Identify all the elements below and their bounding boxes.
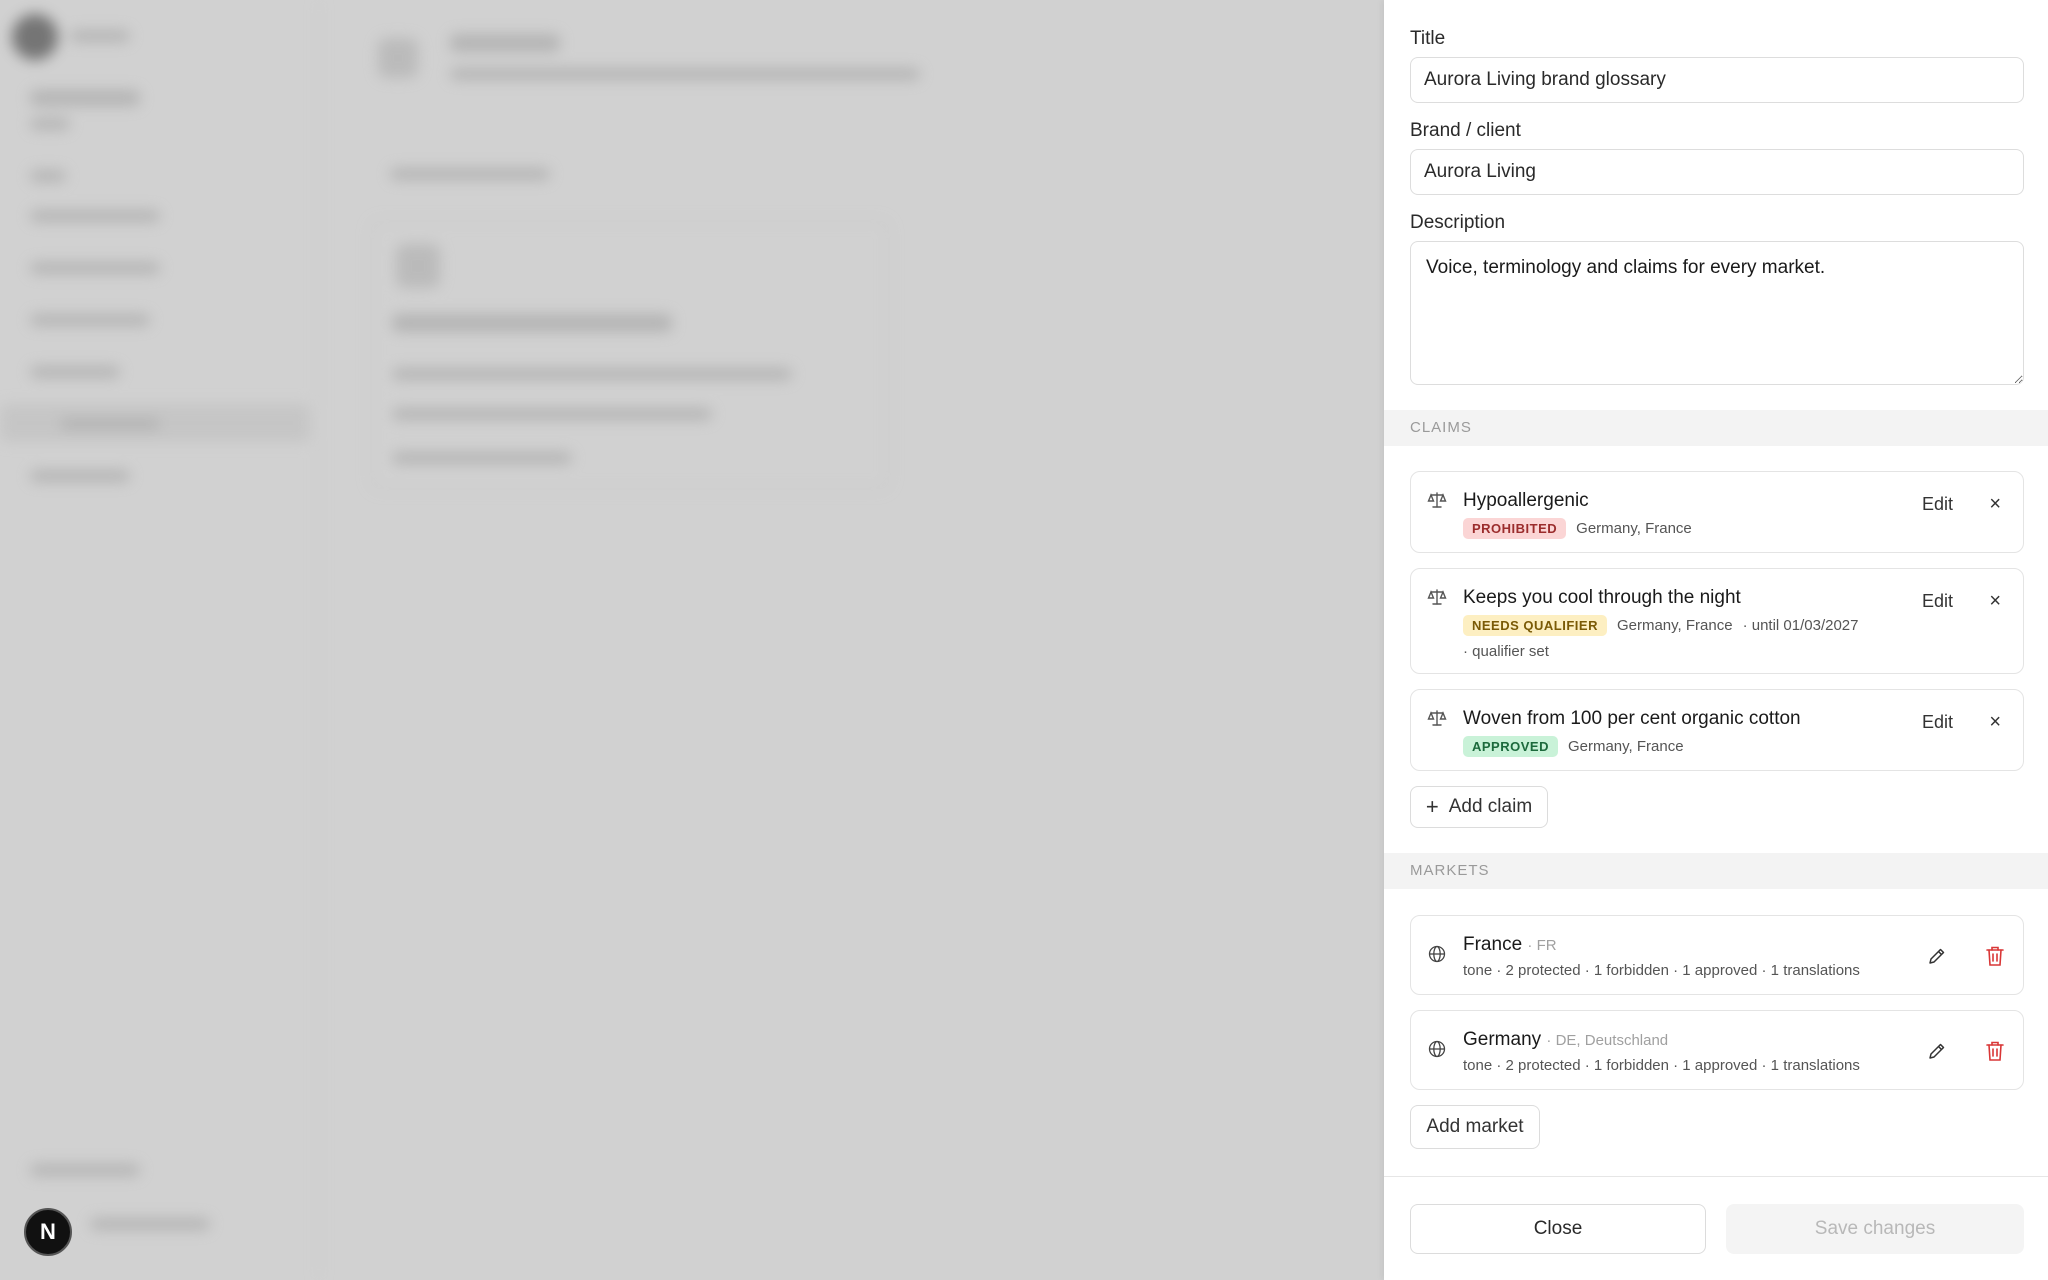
claim-markets: Germany, France bbox=[1576, 520, 1692, 537]
background-bar bbox=[30, 1164, 140, 1176]
status-badge: NEEDS QUALIFIER bbox=[1463, 615, 1607, 636]
brand-label: Brand / client bbox=[1410, 120, 1521, 141]
remove-claim-button[interactable]: × bbox=[1989, 712, 2001, 732]
add-claim-label: Add claim bbox=[1448, 796, 1533, 817]
market-card: France · FR tone · 2 protected · 1 forbi… bbox=[1410, 915, 2024, 995]
title-input[interactable] bbox=[1410, 57, 2024, 103]
footer-divider bbox=[1384, 1176, 2048, 1177]
market-stats: tone · 2 protected · 1 forbidden · 1 app… bbox=[1463, 962, 1860, 979]
plus-icon: + bbox=[1425, 794, 1439, 819]
edit-glossary-panel: Title Brand / client Description Voice, … bbox=[1384, 0, 2048, 1280]
edit-claim-button[interactable]: Edit bbox=[1922, 712, 1953, 733]
background-tile bbox=[396, 244, 440, 288]
background-bar bbox=[30, 118, 70, 130]
claim-meta: PROHIBITED Germany, France bbox=[1463, 518, 1692, 539]
claim-expiry: · until 01/03/2027 bbox=[1742, 617, 1859, 634]
background-bar bbox=[392, 452, 572, 464]
markets-section-label: MARKETS bbox=[1410, 862, 1490, 879]
background-bar bbox=[450, 34, 560, 52]
brand-input[interactable] bbox=[1410, 149, 2024, 195]
n-avatar-badge[interactable]: N bbox=[24, 1208, 72, 1256]
claim-title: Keeps you cool through the night bbox=[1463, 587, 1741, 608]
market-stats: tone · 2 protected · 1 forbidden · 1 app… bbox=[1463, 1057, 1860, 1074]
market-title: Germany · DE, Deutschland bbox=[1463, 1029, 1668, 1051]
delete-market-button[interactable] bbox=[1981, 942, 2009, 970]
trash-icon bbox=[1986, 1041, 2004, 1061]
delete-market-button[interactable] bbox=[1981, 1037, 2009, 1065]
claim-card: Keeps you cool through the night NEEDS Q… bbox=[1410, 568, 2024, 674]
claim-meta: NEEDS QUALIFIER Germany, France · until … bbox=[1463, 615, 1858, 636]
markets-section-header: MARKETS bbox=[1384, 853, 2048, 889]
pencil-icon bbox=[1929, 948, 1945, 964]
claim-markets: Germany, France bbox=[1567, 738, 1684, 755]
market-name: Germany bbox=[1463, 1029, 1542, 1050]
background-bar bbox=[390, 168, 550, 180]
title-label: Title bbox=[1410, 28, 1446, 49]
background-bar bbox=[450, 68, 920, 80]
status-badge: PROHIBITED bbox=[1463, 518, 1567, 539]
background-card bbox=[370, 220, 890, 490]
background-logo bbox=[12, 14, 58, 60]
background-bar bbox=[392, 368, 792, 380]
claim-title: Woven from 100 per cent organic cotton bbox=[1463, 708, 1801, 729]
description-label: Description bbox=[1410, 212, 1506, 233]
background-bar bbox=[30, 170, 66, 182]
remove-claim-button[interactable]: × bbox=[1989, 591, 2001, 611]
remove-claim-button[interactable]: × bbox=[1989, 494, 2001, 514]
description-textarea[interactable]: Voice, terminology and claims for every … bbox=[1410, 241, 2024, 385]
market-code: · FR bbox=[1527, 937, 1557, 954]
pencil-icon bbox=[1929, 1043, 1945, 1059]
market-card: Germany · DE, Deutschland tone · 2 prote… bbox=[1410, 1010, 2024, 1090]
background-sidebar bbox=[0, 0, 320, 1280]
edit-market-button[interactable] bbox=[1923, 1037, 1951, 1065]
market-title: France · FR bbox=[1463, 934, 1557, 956]
claim-title: Hypoallergenic bbox=[1463, 490, 1589, 511]
background-blur bbox=[0, 0, 1384, 1280]
background-app: N bbox=[0, 0, 1384, 1280]
market-name: France bbox=[1463, 934, 1523, 955]
claim-card: Hypoallergenic PROHIBITED Germany, Franc… bbox=[1410, 471, 2024, 553]
claims-section-label: CLAIMS bbox=[1410, 419, 1472, 436]
claim-meta: APPROVED Germany, France bbox=[1463, 736, 1684, 757]
trash-icon bbox=[1986, 946, 2004, 966]
background-bar bbox=[60, 418, 160, 430]
scale-icon bbox=[1427, 710, 1447, 726]
claim-markets: Germany, France bbox=[1616, 617, 1733, 634]
background-bar bbox=[30, 210, 160, 222]
add-market-button[interactable]: Add market bbox=[1410, 1105, 1540, 1149]
background-bar bbox=[30, 366, 120, 378]
background-bar bbox=[30, 90, 140, 106]
status-badge: APPROVED bbox=[1463, 736, 1558, 757]
background-bar bbox=[90, 1218, 210, 1230]
globe-icon bbox=[1428, 1040, 1446, 1058]
edit-market-button[interactable] bbox=[1923, 942, 1951, 970]
background-bar bbox=[30, 314, 150, 326]
globe-icon bbox=[1428, 945, 1446, 963]
claim-qualifier-note: · qualifier set bbox=[1463, 643, 1549, 660]
market-code: · DE, Deutschland bbox=[1546, 1032, 1669, 1049]
background-bar bbox=[392, 408, 712, 420]
background-bar bbox=[30, 262, 160, 274]
add-claim-button[interactable]: + Add claim bbox=[1410, 786, 1548, 828]
background-bar bbox=[392, 314, 672, 332]
background-tile bbox=[378, 38, 418, 78]
claim-card: Woven from 100 per cent organic cotton A… bbox=[1410, 689, 2024, 771]
scale-icon bbox=[1427, 589, 1447, 605]
edit-claim-button[interactable]: Edit bbox=[1922, 494, 1953, 515]
background-bar bbox=[70, 30, 130, 42]
close-button[interactable]: Close bbox=[1410, 1204, 1706, 1254]
edit-claim-button[interactable]: Edit bbox=[1922, 591, 1953, 612]
scale-icon bbox=[1427, 492, 1447, 508]
save-changes-button[interactable]: Save changes bbox=[1726, 1204, 2024, 1254]
claims-section-header: CLAIMS bbox=[1384, 410, 2048, 446]
background-bar bbox=[30, 470, 130, 482]
